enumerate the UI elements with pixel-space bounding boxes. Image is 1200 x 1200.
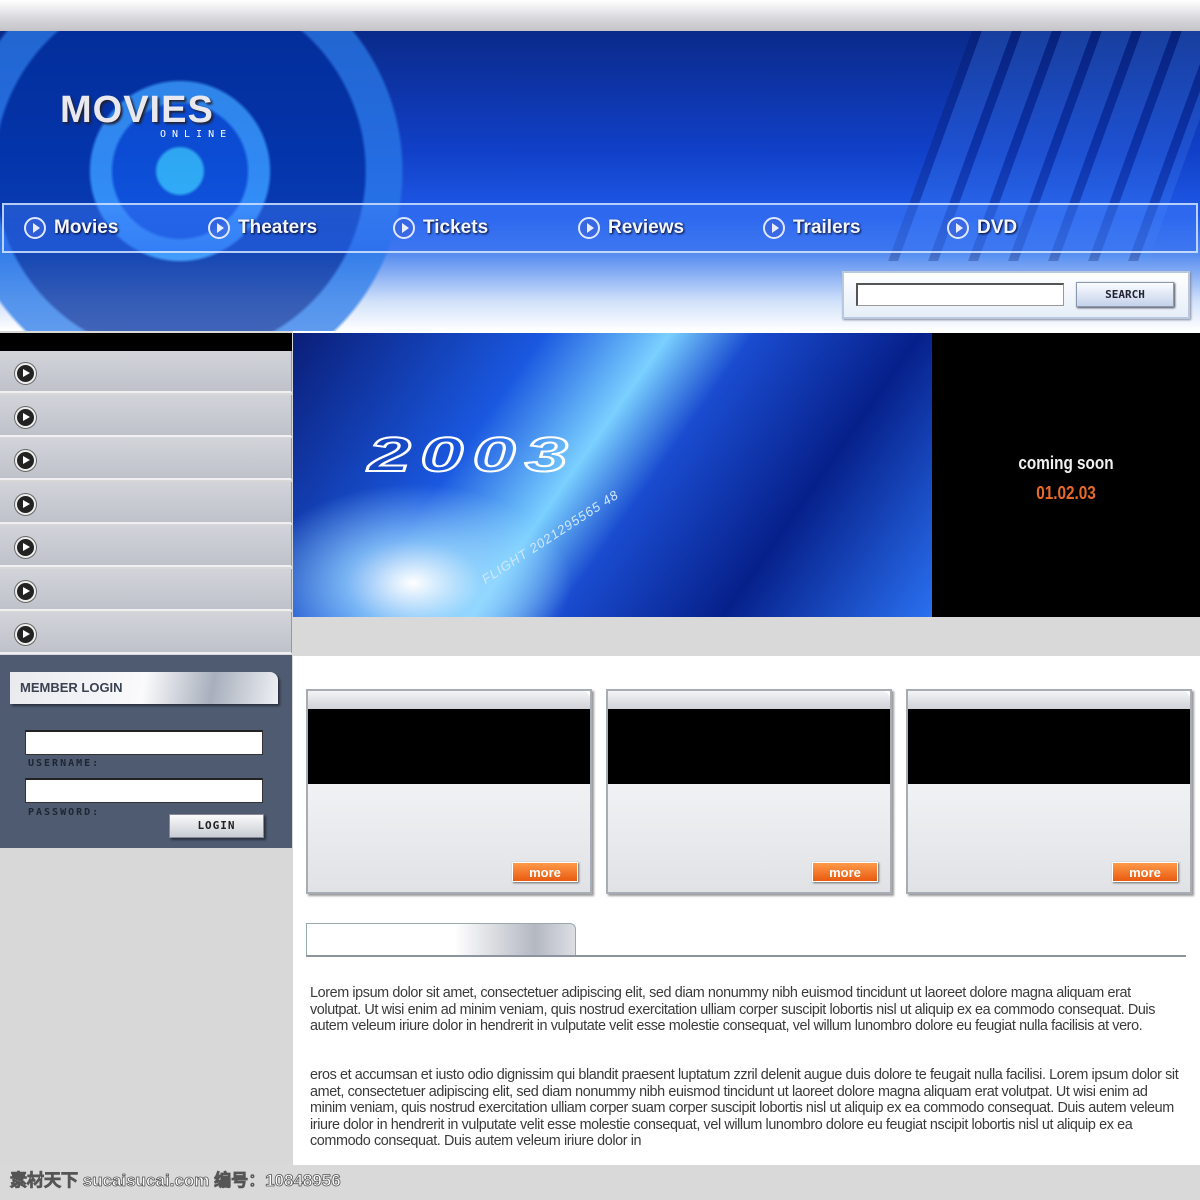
nav-label: Trailers bbox=[793, 217, 861, 238]
watermark: 素材天下 sucaisucai.com 编号：10848956 bbox=[10, 1171, 342, 1191]
coming-soon-panel: coming soon 01.02.03 bbox=[932, 333, 1200, 617]
card-image bbox=[608, 709, 890, 784]
card-image bbox=[908, 709, 1190, 784]
play-icon bbox=[15, 580, 36, 602]
play-icon bbox=[15, 406, 36, 428]
card-cap bbox=[908, 691, 1190, 709]
play-icon bbox=[24, 217, 46, 239]
banner-year: 2003 bbox=[366, 428, 578, 483]
play-icon bbox=[947, 217, 969, 239]
nav-theaters[interactable]: Theaters bbox=[208, 217, 317, 239]
play-icon bbox=[15, 493, 36, 515]
nav-label: Movies bbox=[54, 217, 119, 238]
nav-label: Theaters bbox=[238, 217, 318, 238]
content-paragraph: Lorem ipsum dolor sit amet, consectetuer… bbox=[310, 985, 1156, 1034]
nav-label: Tickets bbox=[423, 217, 489, 238]
more-button[interactable]: more bbox=[1112, 862, 1178, 882]
content-tab[interactable] bbox=[306, 923, 576, 956]
username-input[interactable] bbox=[25, 730, 263, 755]
play-icon bbox=[208, 217, 230, 239]
sidebar-item[interactable] bbox=[0, 525, 292, 567]
member-login-panel: MEMBER LOGIN USERNAME: PASSWORD: LOGIN bbox=[0, 655, 292, 848]
feature-card: more bbox=[906, 689, 1192, 894]
feature-card: more bbox=[306, 689, 592, 894]
sidebar: MEMBER LOGIN USERNAME: PASSWORD: LOGIN bbox=[0, 331, 293, 1165]
play-icon bbox=[578, 217, 600, 239]
logo[interactable]: MOVIES bbox=[60, 89, 214, 132]
more-button[interactable]: more bbox=[812, 862, 878, 882]
nav-label: Reviews bbox=[608, 217, 685, 238]
coming-soon-date: 01.02.03 bbox=[1036, 483, 1096, 503]
search-input[interactable] bbox=[856, 283, 1064, 306]
play-icon bbox=[763, 217, 785, 239]
film-reel-graphic bbox=[0, 31, 440, 331]
coming-soon-text: coming soon bbox=[1018, 453, 1114, 473]
top-strip bbox=[0, 0, 1200, 31]
card-image bbox=[308, 709, 590, 784]
logo-subtitle: ONLINE bbox=[160, 129, 233, 140]
main-nav: Movies Theaters Tickets Reviews Trailers… bbox=[2, 203, 1198, 253]
password-label: PASSWORD: bbox=[28, 807, 101, 818]
nav-reviews[interactable]: Reviews bbox=[578, 217, 684, 239]
sidebar-item[interactable] bbox=[0, 612, 292, 654]
content-divider bbox=[306, 955, 1186, 957]
play-icon bbox=[393, 217, 415, 239]
sidebar-item[interactable] bbox=[0, 394, 292, 437]
card-cap bbox=[608, 691, 890, 709]
content-paragraph: eros et accumsan et iusto odio dignissim… bbox=[310, 1067, 1179, 1149]
search-box: SEARCH bbox=[842, 271, 1190, 319]
search-button[interactable]: SEARCH bbox=[1076, 282, 1174, 307]
divider-strip bbox=[293, 617, 1200, 656]
nav-tickets[interactable]: Tickets bbox=[393, 217, 488, 239]
login-button[interactable]: LOGIN bbox=[169, 814, 264, 838]
sidebar-item[interactable] bbox=[0, 351, 292, 393]
card-cap bbox=[308, 691, 590, 709]
login-title: MEMBER LOGIN bbox=[10, 672, 278, 704]
feature-card: more bbox=[606, 689, 892, 894]
sidebar-item[interactable] bbox=[0, 438, 292, 480]
play-icon bbox=[15, 363, 36, 384]
username-label: USERNAME: bbox=[28, 758, 101, 769]
sidebar-item[interactable] bbox=[0, 568, 292, 611]
play-icon bbox=[15, 624, 36, 645]
play-icon bbox=[15, 450, 36, 471]
nav-trailers[interactable]: Trailers bbox=[763, 217, 861, 239]
nav-dvd[interactable]: DVD bbox=[947, 217, 1017, 239]
banner-image: 2003 FLIGHT 2021295565 48 bbox=[293, 333, 932, 617]
password-input[interactable] bbox=[25, 778, 263, 803]
sidebar-top-bar bbox=[0, 333, 292, 351]
nav-label: DVD bbox=[977, 217, 1018, 238]
play-icon bbox=[15, 537, 36, 558]
more-button[interactable]: more bbox=[512, 862, 578, 882]
nav-movies[interactable]: Movies bbox=[24, 217, 118, 239]
sidebar-item[interactable] bbox=[0, 481, 292, 524]
